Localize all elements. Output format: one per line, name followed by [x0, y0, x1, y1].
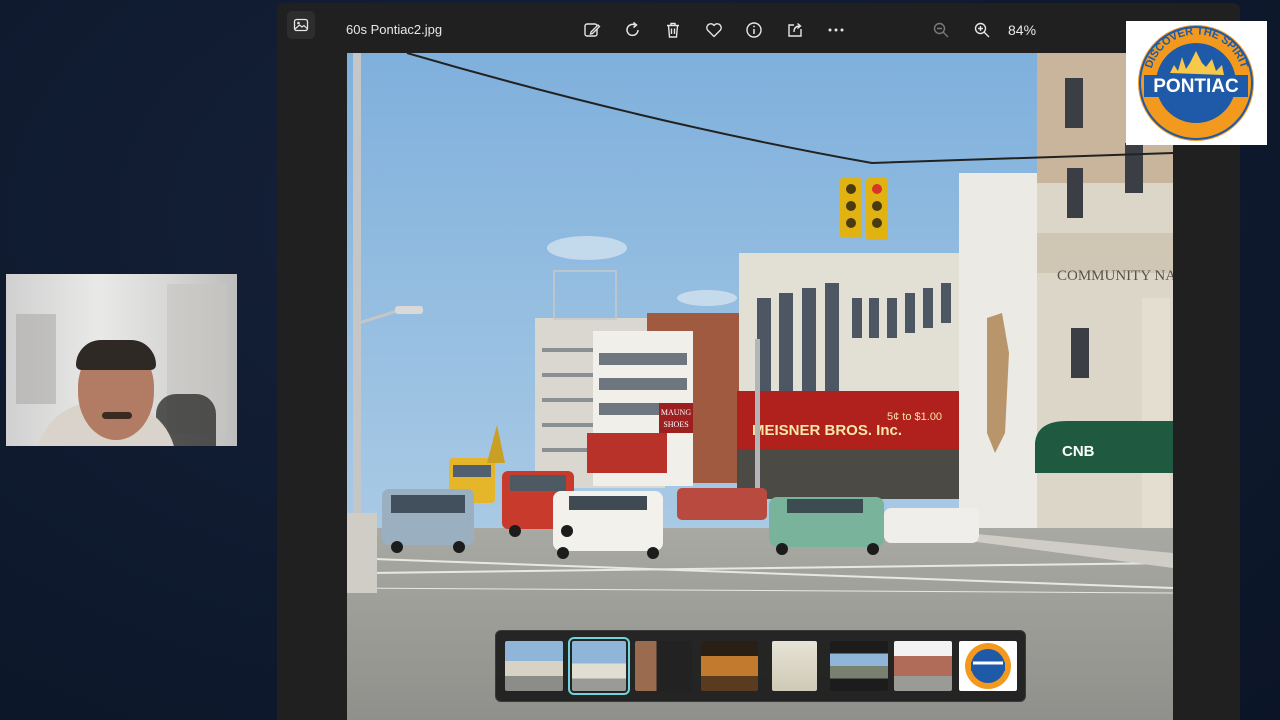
- photos-app-icon[interactable]: [287, 11, 315, 39]
- thumbnail-pontiac-logo-icon: [965, 643, 1011, 689]
- pontiac-logo-image: DISCOVER THE SPIRIT PONTIAC MICHIGAN: [1138, 25, 1254, 141]
- meisner-sign: MEISNER BROS. Inc.: [752, 422, 902, 439]
- zoom-in-button[interactable]: [967, 15, 997, 45]
- thumbnail-1[interactable]: [505, 641, 563, 691]
- pontiac-logo: DISCOVER THE SPIRIT PONTIAC MICHIGAN: [1126, 21, 1267, 145]
- delete-icon: [667, 22, 679, 38]
- thumbnail-4[interactable]: [701, 641, 758, 691]
- favorite-icon: [706, 23, 722, 38]
- main-photo[interactable]: MAUNG SHOES MEISNER BROS. Inc. 5¢ to $1.…: [347, 53, 1173, 720]
- webcam-person-hair: [76, 340, 156, 370]
- logo-name-text: PONTIAC: [1153, 76, 1239, 97]
- price-sign: 5¢ to $1.00: [887, 411, 942, 423]
- delete-button[interactable]: [658, 15, 688, 45]
- thumbnail-6[interactable]: [830, 641, 888, 691]
- favorite-button[interactable]: [699, 15, 729, 45]
- zoom-out-button[interactable]: [926, 15, 956, 45]
- webcam-background: [16, 314, 56, 404]
- street-scene-photo: MAUNG SHOES MEISNER BROS. Inc. 5¢ to $1.…: [347, 53, 1173, 720]
- rotate-icon: [626, 21, 639, 37]
- bank-sign: COMMUNITY NATI: [1057, 268, 1173, 284]
- thumbnail-3[interactable]: [635, 641, 692, 691]
- awning-sign: CNB: [1062, 443, 1095, 460]
- zoom-out-icon: [933, 22, 949, 38]
- thumbnail-8[interactable]: [959, 641, 1017, 691]
- info-icon: [746, 22, 762, 38]
- info-button[interactable]: [739, 15, 769, 45]
- share-button[interactable]: [780, 15, 810, 45]
- edit-image-button[interactable]: [577, 15, 607, 45]
- zoom-level[interactable]: 84%: [1008, 22, 1036, 38]
- thumbnail-7[interactable]: [894, 641, 952, 691]
- rotate-button[interactable]: [618, 15, 648, 45]
- maung-sign: MAUNG: [661, 408, 691, 417]
- edit-image-icon: [584, 23, 601, 37]
- photo-viewer-window: 60s Pontiac2.jpg 84% MAUNG SHOES MEISNER…: [277, 3, 1240, 720]
- title-bar: 60s Pontiac2.jpg 84%: [277, 3, 1240, 53]
- filmstrip: [495, 630, 1026, 702]
- thumbnail-5[interactable]: [772, 641, 817, 691]
- webcam-video: [6, 274, 237, 446]
- shoes-sign: SHOES: [663, 420, 688, 429]
- zoom-in-icon: [974, 22, 990, 38]
- more-button[interactable]: [821, 15, 851, 45]
- file-name: 60s Pontiac2.jpg: [346, 22, 443, 37]
- more-icon: [828, 28, 844, 32]
- share-icon: [788, 22, 802, 37]
- webcam-person-mustache: [102, 412, 132, 419]
- thumbnail-2-selected[interactable]: [568, 637, 630, 695]
